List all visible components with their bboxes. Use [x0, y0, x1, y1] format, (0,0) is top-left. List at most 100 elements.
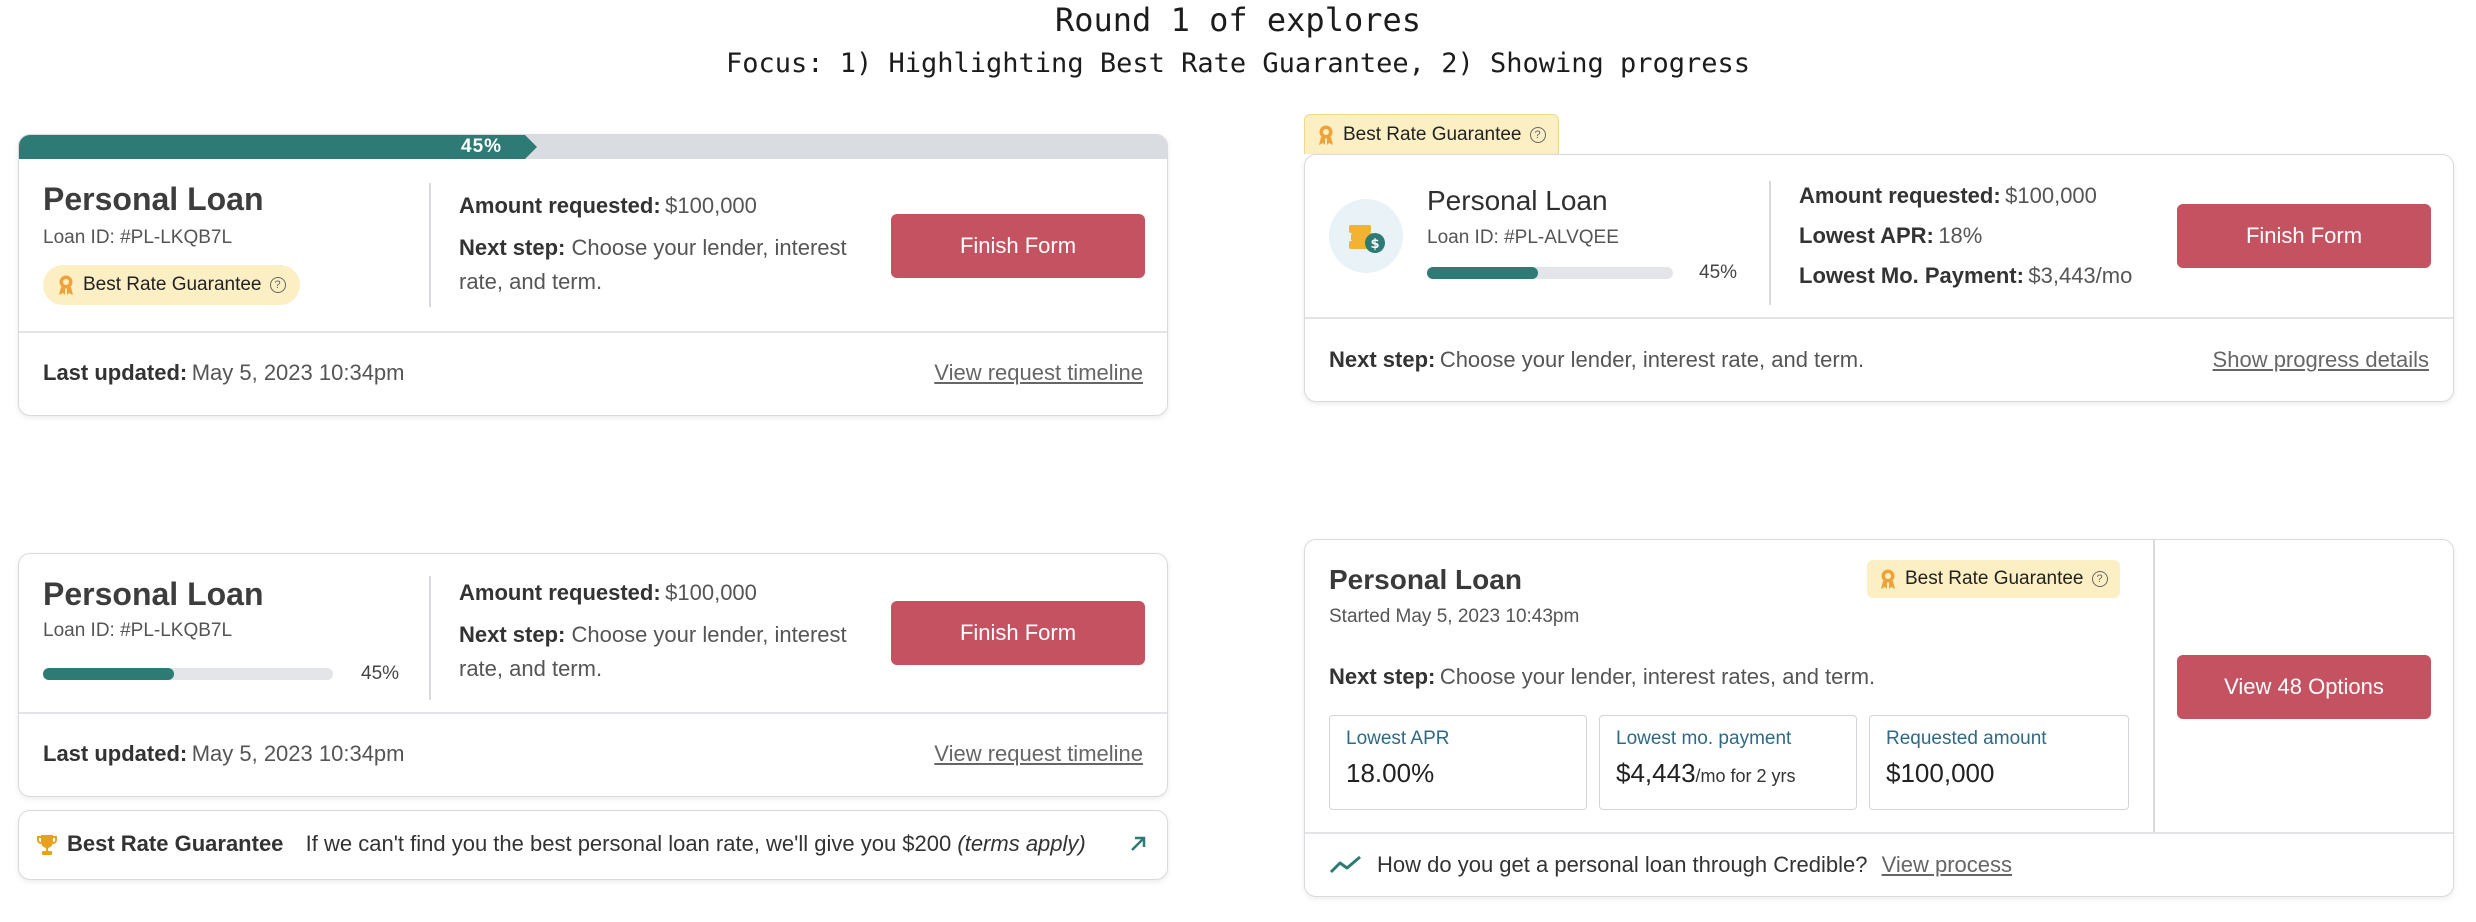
next-step-label: Next step: [459, 235, 566, 260]
vertical-divider [429, 576, 431, 700]
loan-card-4: Personal Loan Started May 5, 2023 10:43p… [1304, 539, 2454, 897]
progress-bar [1427, 267, 1673, 279]
lowest-payment: Lowest Mo. Payment: $3,443/mo [1799, 263, 2132, 289]
next-step-line2: rate, and term. [459, 656, 603, 681]
progress-band-label: 45% [461, 136, 503, 157]
started-date: Started May 5, 2023 10:43pm [1329, 606, 1580, 627]
apr-value: 18% [1938, 223, 1983, 248]
next-step-line1: Choose your lender, interest [571, 622, 847, 647]
amount-value: $100,000 [665, 193, 757, 218]
loan-id: Loan ID: #PL-LKQB7L [43, 620, 233, 641]
stat-lowest-payment: Lowest mo. payment $4,443/mo for 2 yrs [1599, 715, 1857, 810]
award-icon [57, 274, 75, 296]
stat-label: Lowest mo. payment [1616, 728, 1792, 749]
apr-label: Lowest APR: [1799, 223, 1934, 248]
badge-label: Best Rate Guarantee [1343, 123, 1522, 145]
best-rate-badge[interactable]: Best Rate Guarantee ? [43, 265, 300, 305]
amount-requested: Amount requested: $100,000 [459, 193, 757, 219]
vertical-divider [2153, 540, 2155, 832]
stat-number: $100,000 [1886, 758, 1995, 788]
help-icon[interactable]: ? [2091, 571, 2108, 587]
view-options-button[interactable]: View 48 Options [2177, 655, 2431, 719]
stat-number: 18.00% [1346, 758, 1435, 788]
loan-card-3: Personal Loan Loan ID: #PL-LKQB7L 45% Am… [18, 553, 1168, 797]
footer-help: How do you get a personal loan through C… [1377, 852, 2012, 878]
last-updated: Last updated: May 5, 2023 10:34pm [43, 360, 405, 386]
amount-value: $100,000 [665, 580, 757, 605]
page-subtitle: Focus: 1) Highlighting Best Rate Guarant… [725, 48, 1751, 79]
trend-icon [1329, 854, 1363, 881]
lowest-apr: Lowest APR: 18% [1799, 223, 1982, 249]
loan-id: Loan ID: #PL-ALVQEE [1427, 227, 1619, 248]
next-step-label: Next step: [459, 622, 566, 647]
page-title: Round 1 of explores [1054, 1, 1422, 39]
stat-value: 18.00% [1346, 758, 1434, 789]
award-icon [1879, 568, 1897, 590]
badge-label: Best Rate Guarantee [1905, 568, 2084, 589]
progress-fill [1427, 267, 1538, 279]
payment-value: $3,443/mo [2028, 263, 2133, 288]
next-step-label: Next step: [1329, 664, 1436, 689]
next-step: Next step: Choose your lender, interest … [1329, 347, 1864, 373]
progress-band-fill [19, 135, 525, 159]
banner-text: If we can't find you the best personal l… [305, 831, 952, 856]
banner-content: Best Rate Guarantee If we can't find you… [67, 831, 1086, 857]
best-rate-banner: Best Rate Guarantee If we can't find you… [18, 810, 1168, 880]
badge-label: Best Rate Guarantee [83, 274, 262, 295]
loan-title: Personal Loan [43, 181, 264, 217]
loan-card-2: $ Personal Loan Loan ID: #PL-ALVQEE 45% … [1304, 154, 2454, 402]
money-coins-icon: $ [1329, 199, 1403, 273]
stat-lowest-apr: Lowest APR 18.00% [1329, 715, 1587, 810]
next-step-label: Next step: [1329, 347, 1436, 372]
stat-label: Requested amount [1886, 728, 2047, 749]
external-arrow-icon[interactable] [1127, 833, 1149, 860]
updated-label: Last updated: [43, 741, 188, 766]
finish-form-button[interactable]: Finish Form [2177, 204, 2431, 268]
banner-title: Best Rate Guarantee [67, 831, 284, 856]
progress-label: 45% [361, 663, 400, 684]
finish-form-button[interactable]: Finish Form [891, 601, 1145, 665]
footer-text: How do you get a personal loan through C… [1377, 852, 1868, 877]
trophy-icon [37, 834, 57, 861]
progress-fill [43, 668, 174, 680]
help-icon[interactable]: ? [1529, 126, 1546, 143]
next-step-line2: rate, and term. [459, 269, 603, 294]
stat-suffix: /mo for 2 yrs [1695, 766, 1796, 786]
last-updated: Last updated: May 5, 2023 10:34pm [43, 741, 405, 767]
amount-requested: Amount requested: $100,000 [459, 580, 757, 606]
stat-number: $4,443 [1616, 758, 1696, 788]
horizontal-divider [19, 712, 1167, 714]
loan-title: Personal Loan [1329, 564, 1522, 595]
stat-requested-amount: Requested amount $100,000 [1869, 715, 2129, 810]
horizontal-divider [19, 331, 1167, 333]
progress-label: 45% [1699, 262, 1738, 283]
next-step: Next step: Choose your lender, interest … [1329, 664, 1875, 690]
loan-card-1: 45% Personal Loan Loan ID: #PL-LKQB7L Be… [18, 134, 1168, 416]
show-progress-details-link[interactable]: Show progress details [2213, 347, 2429, 373]
next-step-value: Choose your lender, interest rates, and … [1439, 664, 1876, 689]
stat-value: $4,443/mo for 2 yrs [1616, 758, 1796, 789]
updated-value: May 5, 2023 10:34pm [191, 741, 405, 766]
finish-form-button[interactable]: Finish Form [891, 214, 1145, 278]
stat-label: Lowest APR [1346, 728, 1450, 749]
next-step-value: Choose your lender, interest rate, and t… [1439, 347, 1865, 372]
updated-label: Last updated: [43, 360, 188, 385]
best-rate-badge[interactable]: Best Rate Guarantee ? [1867, 560, 2120, 598]
payment-label: Lowest Mo. Payment: [1799, 263, 2024, 288]
horizontal-divider [1305, 832, 2453, 834]
best-rate-tab[interactable]: Best Rate Guarantee ? [1304, 114, 1559, 154]
amount-label: Amount requested: [459, 580, 661, 605]
vertical-divider [429, 183, 431, 307]
help-icon[interactable]: ? [269, 277, 286, 293]
amount-label: Amount requested: [459, 193, 661, 218]
view-request-timeline-link[interactable]: View request timeline [934, 741, 1143, 767]
view-request-timeline-link[interactable]: View request timeline [934, 360, 1143, 386]
next-step-line1: Choose your lender, interest [571, 235, 847, 260]
amount-label: Amount requested: [1799, 183, 2001, 208]
view-process-link[interactable]: View process [1882, 852, 2012, 877]
amount-requested: Amount requested: $100,000 [1799, 183, 2097, 209]
award-icon [1317, 124, 1335, 146]
updated-value: May 5, 2023 10:34pm [191, 360, 405, 385]
loan-title: Personal Loan [1427, 185, 1608, 216]
next-step: Next step: Choose your lender, interest … [459, 618, 879, 686]
